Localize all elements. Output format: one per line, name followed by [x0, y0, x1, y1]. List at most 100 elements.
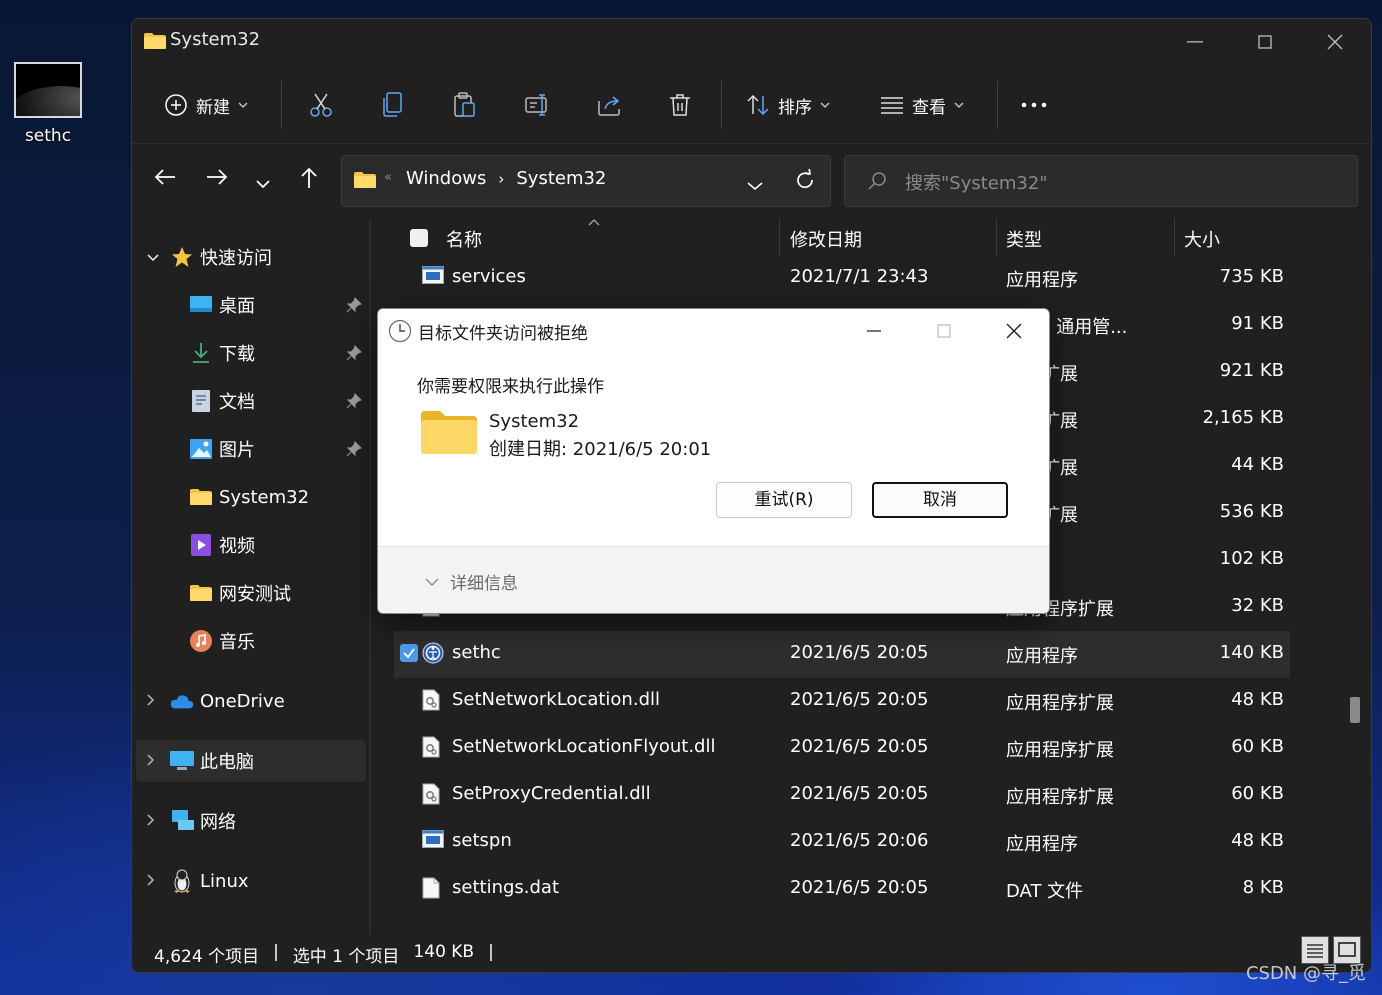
sidebar-item-label: 桌面	[219, 296, 255, 317]
pin-icon[interactable]	[346, 441, 362, 462]
address-dropdown-icon[interactable]	[746, 176, 764, 195]
file-size: 91 KB	[1231, 313, 1284, 334]
row-checkbox-checked[interactable]	[400, 644, 418, 667]
clock-icon	[388, 319, 412, 347]
pane-divider[interactable]	[369, 219, 371, 934]
sidebar-item-desktop[interactable]: 桌面	[132, 284, 368, 326]
recent-locations-chevron-icon[interactable]	[255, 174, 271, 193]
scissors-icon	[309, 92, 333, 118]
file-name: SetNetworkLocationFlyout.dll	[452, 736, 716, 757]
sidebar-item-quick-access[interactable]: 快速访问	[146, 236, 382, 278]
new-button[interactable]: 新建	[164, 77, 248, 133]
sort-label: 排序	[778, 97, 812, 118]
pin-icon[interactable]	[346, 297, 362, 318]
maximize-button[interactable]	[1242, 27, 1288, 57]
desktop-icon-label: sethc	[24, 126, 72, 146]
dialog-minimize-button[interactable]	[844, 315, 904, 345]
paste-button[interactable]	[453, 77, 477, 133]
sidebar-item-videos[interactable]: 视频	[132, 524, 368, 566]
file-size: 44 KB	[1231, 454, 1284, 475]
sidebar-item-music[interactable]: 音乐	[132, 620, 368, 662]
dialog-close-button[interactable]	[984, 315, 1044, 345]
table-row[interactable]: services 2021/7/1 23:43 应用程序 735 KB	[394, 255, 1290, 302]
sidebar-item-onedrive[interactable]: OneDrive	[146, 680, 382, 722]
column-size[interactable]: 大小	[1184, 226, 1220, 252]
cancel-button[interactable]: 取消	[872, 482, 1008, 518]
table-row[interactable]: SetProxyCredential.dll 2021/6/5 20:05 应用程序…	[394, 772, 1290, 819]
status-separator: |	[488, 942, 494, 962]
column-divider[interactable]	[1174, 218, 1175, 256]
search-placeholder: 搜索"System32"	[905, 173, 1048, 194]
address-bar[interactable]: « Windows › System32	[341, 155, 831, 207]
rename-button[interactable]	[525, 77, 551, 133]
share-button[interactable]	[597, 77, 623, 133]
more-options-button[interactable]	[1020, 77, 1048, 133]
table-row[interactable]: SetNetworkLocationFlyout.dll 2021/6/5 20:…	[394, 725, 1290, 772]
breadcrumb-overflow-icon[interactable]: «	[384, 170, 392, 185]
sidebar-item-documents[interactable]: 文档	[132, 380, 368, 422]
dll-icon	[422, 783, 440, 810]
dialog-folder-name: System32	[489, 411, 580, 432]
refresh-icon[interactable]	[794, 168, 816, 195]
file-size: 8 KB	[1242, 877, 1284, 898]
select-all-checkbox[interactable]	[409, 228, 429, 253]
close-button[interactable]	[1312, 27, 1358, 57]
dialog-details-footer: 详细信息	[378, 546, 1049, 613]
search-box[interactable]: 搜索"System32"	[844, 155, 1358, 207]
pin-icon[interactable]	[346, 345, 362, 366]
window-title: System32	[170, 29, 261, 50]
cut-button[interactable]	[309, 77, 333, 133]
toolbar-divider	[721, 81, 722, 129]
sidebar-item-linux[interactable]: Linux	[146, 860, 382, 902]
navigation-bar: « Windows › System32 搜索"System32"	[132, 144, 1371, 214]
status-bar: 4,624 个项目 | 选中 1 个项目 140 KB |	[132, 934, 1371, 972]
sidebar-item-this-pc[interactable]: 此电脑	[136, 740, 366, 782]
desktop-icon-sethc[interactable]: sethc	[10, 62, 86, 146]
table-row[interactable]: settings.dat 2021/6/5 20:05 DAT 文件 8 KB	[394, 866, 1290, 913]
sidebar-item-downloads[interactable]: 下载	[132, 332, 368, 374]
table-row[interactable]: sethc 2021/6/5 20:05 应用程序 140 KB	[394, 631, 1290, 678]
column-date[interactable]: 修改日期	[790, 226, 862, 252]
command-bar: 新建 排序 查看	[132, 77, 1371, 133]
column-name[interactable]: 名称	[446, 226, 482, 252]
forward-arrow-icon[interactable]	[206, 167, 228, 191]
pin-icon[interactable]	[346, 393, 362, 414]
sidebar-item-label: 下载	[219, 344, 255, 365]
sidebar-item-security-test[interactable]: 网安测试	[132, 572, 368, 614]
up-arrow-icon[interactable]	[299, 167, 319, 193]
search-icon	[867, 171, 887, 195]
table-row[interactable]: setspn 2021/6/5 20:06 应用程序 48 KB	[394, 819, 1290, 866]
view-button[interactable]: 查看	[880, 77, 964, 133]
breadcrumb-windows[interactable]: Windows	[406, 168, 486, 189]
folder-icon	[189, 485, 213, 509]
video-icon	[189, 533, 213, 557]
file-type: 应用程序	[1006, 834, 1078, 855]
column-type[interactable]: 类型	[1006, 226, 1042, 252]
column-divider[interactable]	[779, 218, 780, 256]
sort-button[interactable]: 排序	[746, 77, 830, 133]
chevron-right-icon	[146, 871, 156, 892]
retry-button[interactable]: 重试(R)	[716, 482, 852, 518]
sidebar-item-system32[interactable]: System32	[132, 476, 368, 518]
file-size: 48 KB	[1231, 689, 1284, 710]
file-date: 2021/7/1 23:43	[790, 266, 929, 287]
back-arrow-icon[interactable]	[154, 167, 176, 191]
sidebar-item-pictures[interactable]: 图片	[132, 428, 368, 470]
minimize-button[interactable]: —	[1172, 27, 1218, 57]
table-row[interactable]: SetNetworkLocation.dll 2021/6/5 20:05 应用程序…	[394, 678, 1290, 725]
delete-button[interactable]	[669, 77, 691, 133]
details-toggle[interactable]: 详细信息	[424, 569, 518, 594]
list-view-icon	[880, 96, 904, 114]
breadcrumb-system32[interactable]: System32	[516, 168, 606, 189]
picture-icon	[189, 437, 213, 461]
file-type: 应用程序	[1006, 646, 1078, 667]
selection-count: 选中 1 个项目	[292, 947, 400, 967]
scrollbar-thumb[interactable]	[1350, 697, 1360, 723]
sidebar-item-network[interactable]: 网络	[146, 800, 382, 842]
copy-button[interactable]	[382, 77, 404, 133]
sidebar-item-label: 文档	[219, 392, 255, 413]
dialog-folder-created: 创建日期: 2021/6/5 20:01	[489, 439, 712, 460]
folder-icon	[189, 581, 213, 605]
sidebar-item-label: 图片	[219, 440, 255, 461]
column-divider[interactable]	[996, 218, 997, 256]
